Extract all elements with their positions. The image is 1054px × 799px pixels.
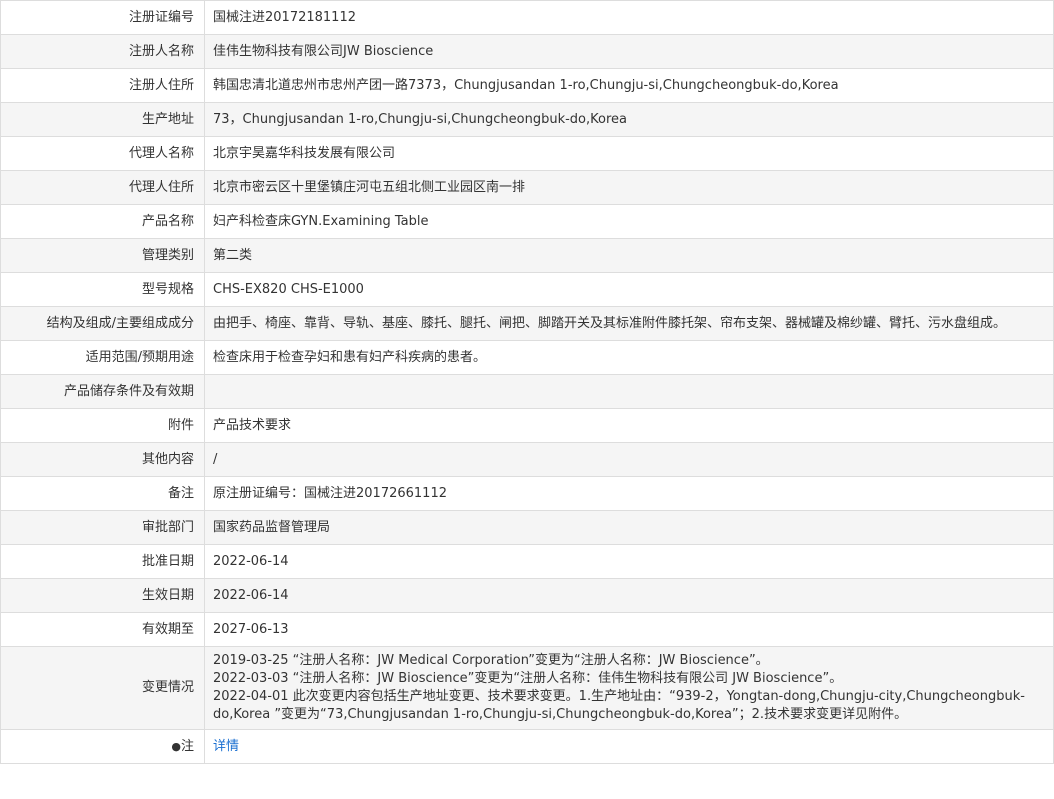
field-label: 结构及组成/主要组成成分	[0, 306, 205, 341]
table-row: 结构及组成/主要组成成分 由把手、椅座、靠背、导轨、基座、膝托、腿托、闸把、脚踏开…	[0, 306, 1054, 341]
table-row: 备注 原注册证编号：国械注进20172661112	[0, 476, 1054, 511]
field-value: 北京市密云区十里堡镇庄河屯五组北侧工业园区南一排	[204, 170, 1054, 205]
change-entry: 2022-04-01 此次变更内容包括生产地址变更、技术要求变更。1.生产地址由…	[213, 689, 1025, 722]
table-row: 代理人住所 北京市密云区十里堡镇庄河屯五组北侧工业园区南一排	[0, 170, 1054, 205]
field-value: CHS-EX820 CHS-E1000	[204, 272, 1054, 307]
field-label: 代理人名称	[0, 136, 205, 171]
table-row: 代理人名称 北京宇昊嘉华科技发展有限公司	[0, 136, 1054, 171]
table-row: 生效日期 2022-06-14	[0, 578, 1054, 613]
change-entry: 2022-03-03 “注册人名称：JW Bioscience”变更为“注册人名…	[213, 671, 843, 686]
field-value: 2022-06-14	[204, 544, 1054, 579]
table-row: 批准日期 2022-06-14	[0, 544, 1054, 579]
registration-table: 注册证编号 国械注进20172181112 注册人名称 佳伟生物科技有限公司JW B…	[0, 0, 1054, 764]
field-label: 附件	[0, 408, 205, 443]
field-value: 妇产科检查床GYN.Examining Table	[204, 204, 1054, 239]
field-value: 2022-06-14	[204, 578, 1054, 613]
table-row: 其他内容 /	[0, 442, 1054, 477]
field-value: 佳伟生物科技有限公司JW Bioscience	[204, 34, 1054, 69]
table-row: 适用范围/预期用途 检查床用于检查孕妇和患有妇产科疾病的患者。	[0, 340, 1054, 375]
field-label: 管理类别	[0, 238, 205, 273]
field-label: 型号规格	[0, 272, 205, 307]
field-label: 变更情况	[0, 646, 205, 730]
field-label: 生效日期	[0, 578, 205, 613]
field-label: 代理人住所	[0, 170, 205, 205]
table-row: 审批部门 国家药品监督管理局	[0, 510, 1054, 545]
note-row: ●注 详情	[0, 729, 1054, 764]
field-value: 国家药品监督管理局	[204, 510, 1054, 545]
field-value: 检查床用于检查孕妇和患有妇产科疾病的患者。	[204, 340, 1054, 375]
table-row: 附件 产品技术要求	[0, 408, 1054, 443]
table-row: 有效期至 2027-06-13	[0, 612, 1054, 647]
table-row: 管理类别 第二类	[0, 238, 1054, 273]
field-label: 产品名称	[0, 204, 205, 239]
note-bullet-icon: ●	[171, 739, 181, 753]
field-value: 国械注进20172181112	[204, 0, 1054, 35]
field-value: 2027-06-13	[204, 612, 1054, 647]
change-history-row: 变更情况 2019-03-25 “注册人名称：JW Medical Corpor…	[0, 646, 1054, 730]
table-row: 注册证编号 国械注进20172181112	[0, 0, 1054, 35]
note-value: 详情	[204, 729, 1054, 764]
field-value	[204, 374, 1054, 409]
field-label: 生产地址	[0, 102, 205, 137]
field-value: 73，Chungjusandan 1-ro,Chungju-si,Chungch…	[204, 102, 1054, 137]
field-label: 适用范围/预期用途	[0, 340, 205, 375]
field-label: 有效期至	[0, 612, 205, 647]
table-row: 产品储存条件及有效期	[0, 374, 1054, 409]
field-label: 其他内容	[0, 442, 205, 477]
table-row: 产品名称 妇产科检查床GYN.Examining Table	[0, 204, 1054, 239]
details-link[interactable]: 详情	[213, 739, 239, 754]
field-label: 产品储存条件及有效期	[0, 374, 205, 409]
field-value: 第二类	[204, 238, 1054, 273]
field-label: 备注	[0, 476, 205, 511]
field-label: 注册人住所	[0, 68, 205, 103]
note-label: ●注	[0, 729, 205, 764]
table-row: 注册人住所 韩国忠清北道忠州市忠州产团一路7373，Chungjusandan 1…	[0, 68, 1054, 103]
field-value: /	[204, 442, 1054, 477]
field-value: 韩国忠清北道忠州市忠州产团一路7373，Chungjusandan 1-ro,C…	[204, 68, 1054, 103]
field-value: 产品技术要求	[204, 408, 1054, 443]
change-entry: 2019-03-25 “注册人名称：JW Medical Corporation…	[213, 653, 769, 668]
field-label: 注册人名称	[0, 34, 205, 69]
table-row: 注册人名称 佳伟生物科技有限公司JW Bioscience	[0, 34, 1054, 69]
field-label: 批准日期	[0, 544, 205, 579]
field-value: 由把手、椅座、靠背、导轨、基座、膝托、腿托、闸把、脚踏开关及其标准附件膝托架、帘…	[204, 306, 1054, 341]
table-row: 型号规格 CHS-EX820 CHS-E1000	[0, 272, 1054, 307]
field-label: 注册证编号	[0, 0, 205, 35]
table-row: 生产地址 73，Chungjusandan 1-ro,Chungju-si,Chu…	[0, 102, 1054, 137]
field-value: 原注册证编号：国械注进20172661112	[204, 476, 1054, 511]
note-label-text: 注	[180, 738, 194, 754]
change-history: 2019-03-25 “注册人名称：JW Medical Corporation…	[204, 646, 1054, 730]
field-value: 北京宇昊嘉华科技发展有限公司	[204, 136, 1054, 171]
field-label: 审批部门	[0, 510, 205, 545]
